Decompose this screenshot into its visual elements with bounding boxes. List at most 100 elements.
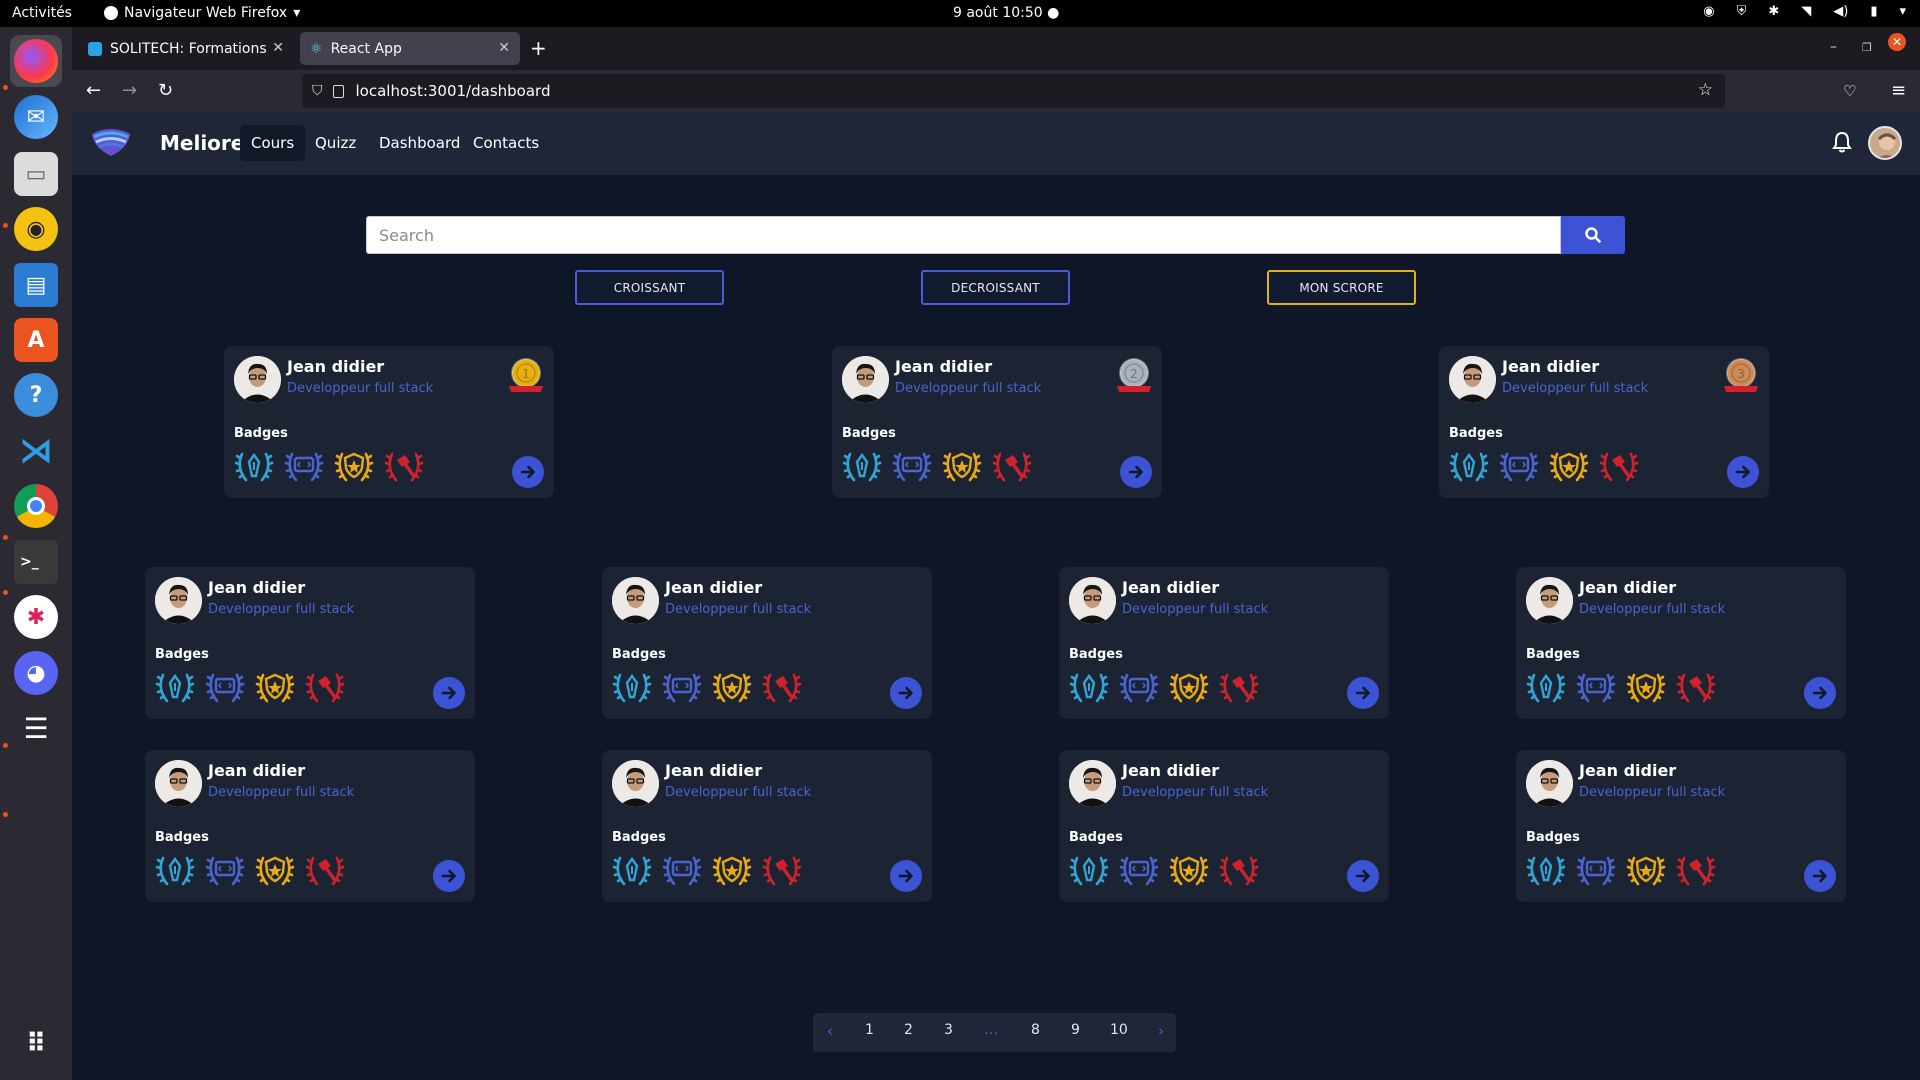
firefox-small-icon xyxy=(104,6,118,20)
nav-cours[interactable]: Cours xyxy=(240,125,306,161)
user-name: Jean didier xyxy=(208,761,306,780)
close-tab-icon[interactable]: ✕ xyxy=(272,40,284,56)
dock-discord[interactable]: ◕ xyxy=(10,647,62,699)
pen-badge-icon xyxy=(1069,673,1109,703)
open-profile-button[interactable] xyxy=(512,456,544,488)
dock-writer[interactable]: ▤ xyxy=(10,259,62,311)
page-2[interactable]: 2 xyxy=(904,1022,913,1038)
badge-list xyxy=(612,667,802,707)
forward-icon[interactable]: → xyxy=(122,80,137,101)
dock-software[interactable]: A xyxy=(10,314,62,366)
hammer-badge-icon xyxy=(1599,452,1639,482)
nav-dashboard[interactable]: Dashboard xyxy=(368,125,471,161)
system-menu-caret-icon[interactable]: ▾ xyxy=(1899,4,1906,19)
bell-icon[interactable] xyxy=(1832,131,1852,153)
open-profile-button[interactable] xyxy=(433,677,465,709)
vscode-icon: ⋊ xyxy=(19,431,53,471)
open-profile-button[interactable] xyxy=(1804,860,1836,892)
badges-label: Badges xyxy=(1526,830,1580,845)
open-profile-button[interactable] xyxy=(890,677,922,709)
wifi-icon[interactable]: ◥ xyxy=(1801,4,1811,19)
dock-help[interactable]: ? xyxy=(10,369,62,421)
dock-files[interactable]: ▭ xyxy=(10,148,62,200)
shield-icon[interactable]: ⛉ xyxy=(312,83,323,99)
page-1[interactable]: 1 xyxy=(865,1022,874,1038)
close-window-icon[interactable]: ✕ xyxy=(1888,33,1906,51)
arrow-right-icon xyxy=(1812,869,1827,883)
dock-vscode[interactable]: ⋊ xyxy=(10,425,62,477)
show-applications[interactable]: ⠿ xyxy=(10,1018,62,1070)
open-profile-button[interactable] xyxy=(890,860,922,892)
new-tab-icon[interactable]: + xyxy=(530,36,547,60)
nav-contacts[interactable]: Contacts xyxy=(462,125,550,161)
dock-firefox[interactable] xyxy=(10,35,62,87)
user-name: Jean didier xyxy=(208,578,306,597)
app-menu[interactable]: Navigateur Web Firefox ▾ xyxy=(104,5,300,21)
dock-rhythmbox[interactable]: ◉ xyxy=(10,203,62,255)
search-button[interactable] xyxy=(1561,216,1625,254)
page-3[interactable]: 3 xyxy=(944,1022,953,1038)
my-score-button[interactable]: MON SCRORE xyxy=(1267,270,1416,305)
open-profile-button[interactable] xyxy=(1347,677,1379,709)
user-role: Developpeur full stack xyxy=(665,602,812,617)
prev-page-icon[interactable]: ‹ xyxy=(827,1022,833,1040)
page-9[interactable]: 9 xyxy=(1071,1022,1080,1038)
dock-settings[interactable]: ☰ xyxy=(10,702,62,754)
pocket-icon[interactable]: ♡ xyxy=(1843,82,1856,100)
sort-ascending-button[interactable]: CROISSANT xyxy=(575,270,724,305)
badges-label: Badges xyxy=(612,830,666,845)
dock-chrome[interactable] xyxy=(10,480,62,532)
user-name: Jean didier xyxy=(665,578,763,597)
badges-label: Badges xyxy=(842,426,896,441)
discord-tray-icon[interactable]: ◉ xyxy=(1703,4,1714,19)
page-ellipsis: … xyxy=(984,1022,998,1038)
page-10[interactable]: 10 xyxy=(1110,1022,1128,1038)
open-profile-button[interactable] xyxy=(433,860,465,892)
page-info-icon[interactable] xyxy=(332,84,344,98)
sort-descending-button[interactable]: DECROISSANT xyxy=(921,270,1070,305)
battery-icon[interactable]: ▮ xyxy=(1870,4,1877,19)
back-icon[interactable]: ← xyxy=(86,80,101,101)
tab-react-app[interactable]: ⚛ React App ✕ xyxy=(300,32,520,65)
url-text[interactable]: localhost:3001/dashboard xyxy=(356,82,551,100)
system-tray[interactable]: ◉ ⛨ ✱ ◥ ◀) ▮ ▾ xyxy=(1703,4,1906,19)
nav-quizz[interactable]: Quizz xyxy=(304,125,367,161)
rank-medal-icon: 3 xyxy=(1724,358,1758,392)
code-badge-icon xyxy=(205,673,245,703)
user-role: Developpeur full stack xyxy=(1122,602,1269,617)
shield-badge-icon xyxy=(1549,452,1589,482)
close-tab-icon[interactable]: ✕ xyxy=(498,40,510,56)
page-8[interactable]: 8 xyxy=(1031,1022,1040,1038)
tab-solitech[interactable]: SOLITECH: Formations ✕ xyxy=(78,32,294,65)
pen-badge-icon xyxy=(1526,673,1566,703)
open-profile-button[interactable] xyxy=(1347,860,1379,892)
restore-icon[interactable]: ❐ xyxy=(1862,41,1872,54)
open-profile-button[interactable] xyxy=(1120,456,1152,488)
hammer-badge-icon xyxy=(762,856,802,886)
avatar xyxy=(612,577,659,624)
discord-icon: ◕ xyxy=(14,651,58,695)
volume-icon[interactable]: ◀) xyxy=(1833,4,1848,19)
dock-terminal[interactable]: >_ xyxy=(10,536,62,588)
rhythmbox-icon: ◉ xyxy=(14,207,58,251)
search-input[interactable] xyxy=(366,216,1561,254)
dock-thunderbird[interactable]: ✉ xyxy=(10,91,62,143)
menu-icon[interactable]: ≡ xyxy=(1891,80,1906,101)
user-avatar[interactable] xyxy=(1868,126,1902,160)
shield-badge-icon xyxy=(255,673,295,703)
open-profile-button[interactable] xyxy=(1727,456,1759,488)
url-bar[interactable]: ⛉ localhost:3001/dashboard ☆ xyxy=(302,74,1725,108)
hammer-badge-icon xyxy=(1219,856,1259,886)
code-badge-icon xyxy=(284,452,324,482)
dock-slack[interactable]: ✱ xyxy=(10,591,62,643)
next-page-icon[interactable]: › xyxy=(1158,1022,1164,1040)
slack-tray-icon[interactable]: ✱ xyxy=(1768,4,1779,19)
open-profile-button[interactable] xyxy=(1804,677,1836,709)
activities-button[interactable]: Activités xyxy=(12,5,72,21)
clock[interactable]: 9 août 10:50 ● xyxy=(953,5,1059,21)
user-card: Jean didier Developpeur full stack Badges xyxy=(1516,567,1846,719)
bookmark-star-icon[interactable]: ☆ xyxy=(1698,80,1713,100)
shield-tray-icon[interactable]: ⛨ xyxy=(1737,4,1747,19)
minimize-icon[interactable]: – xyxy=(1830,39,1837,55)
reload-icon[interactable]: ↻ xyxy=(158,80,173,101)
